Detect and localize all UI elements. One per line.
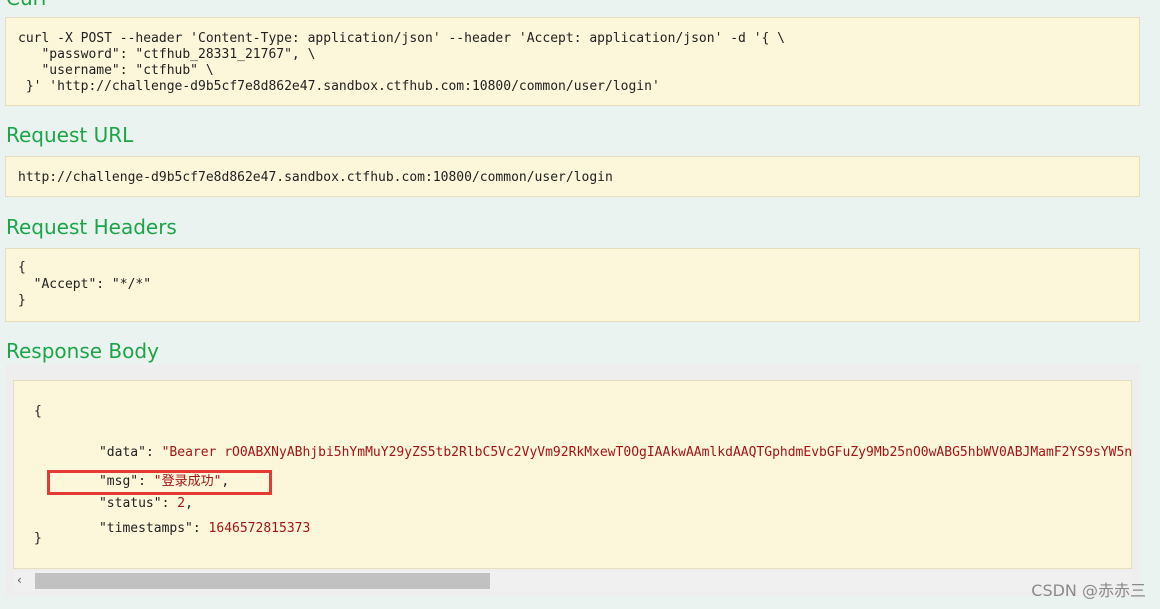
response-timestamps-line: "timestamps": 1646572815373 [52, 506, 310, 551]
curl-command-line-4: }' 'http://challenge-d9b5cf7e8d862e47.sa… [18, 79, 660, 94]
response-open-brace: { [34, 404, 42, 419]
csdn-watermark: CSDN @赤赤三 [1031, 581, 1146, 600]
request-url-value: http://challenge-d9b5cf7e8d862e47.sandbo… [18, 170, 613, 185]
curl-command-line-3: "username": "ctfhub" \ [18, 63, 214, 78]
colon: : [192, 521, 209, 536]
request-url-title: Request URL [6, 123, 134, 147]
response-body-title: Response Body [6, 339, 159, 363]
scroll-left-arrow-icon[interactable]: ‹ [17, 573, 22, 587]
request-headers-title: Request Headers [6, 215, 177, 239]
headers-line-2: "Accept": "*/*" [18, 277, 152, 292]
data-value: "Bearer rO0ABXNyABhjbi5hYmMuY29yZS5tb2Rl… [161, 445, 1132, 460]
scrollbar-thumb[interactable] [35, 573, 490, 589]
timestamps-value: 1646572815373 [208, 521, 311, 536]
curl-command-line-1: curl -X POST --header 'Content-Type: app… [18, 31, 786, 46]
request-headers-box: { "Accept": "*/*" } [5, 248, 1140, 322]
headers-line-1: { [18, 260, 26, 275]
msg-highlight-box [47, 470, 272, 495]
response-close-brace: } [34, 531, 42, 546]
curl-command-box: curl -X POST --header 'Content-Type: app… [5, 17, 1140, 106]
headers-line-3: } [18, 293, 26, 308]
curl-section-title: Curl [6, 0, 46, 10]
curl-command-line-2: "password": "ctfhub_28331_21767", \ [18, 47, 316, 62]
request-url-box: http://challenge-d9b5cf7e8d862e47.sandbo… [5, 156, 1140, 197]
response-body-container: { "data": "Bearer rO0ABXNyABhjbi5hYmMuY2… [5, 364, 1140, 597]
response-body-box[interactable]: { "data": "Bearer rO0ABXNyABhjbi5hYmMuY2… [13, 380, 1132, 569]
timestamps-key: "timestamps" [98, 521, 193, 536]
horizontal-scrollbar[interactable]: ‹ [13, 571, 1132, 591]
